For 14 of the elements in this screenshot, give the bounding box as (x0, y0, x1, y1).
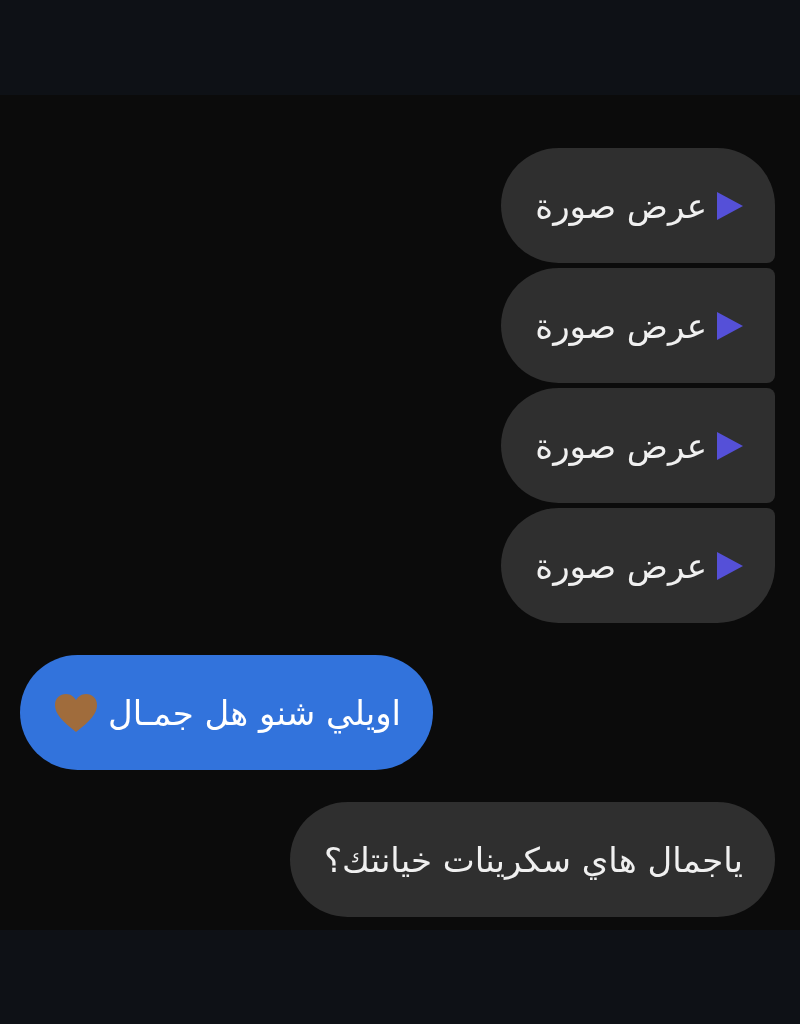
view-photo-label: عرض صورة (535, 545, 707, 586)
view-photo-label: عرض صورة (535, 185, 707, 226)
play-icon (717, 191, 743, 220)
play-icon (717, 431, 743, 460)
message-bubble[interactable]: عرض صورة (501, 388, 775, 503)
message-text: اويلي شنو هل جمـال (108, 692, 402, 733)
play-icon (717, 311, 743, 340)
message-bubble[interactable]: عرض صورة (501, 148, 775, 263)
view-photo-label: عرض صورة (535, 425, 707, 466)
message-bubble[interactable]: عرض صورة (501, 508, 775, 623)
message-text: ياجمال هاي سكرينات خيانتك؟ (323, 839, 743, 880)
view-photo-label: عرض صورة (535, 305, 707, 346)
play-icon (717, 551, 743, 580)
message-bubble[interactable]: عرض صورة (501, 268, 775, 383)
